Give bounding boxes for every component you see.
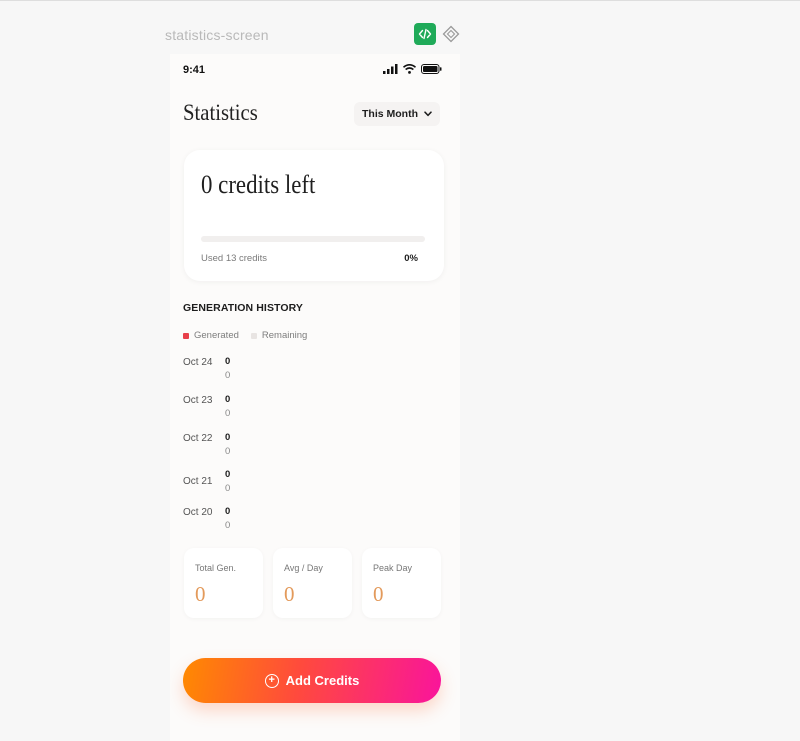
history-row: Oct 24 0 0 — [183, 356, 433, 386]
chevron-down-icon — [424, 111, 432, 117]
history-row-generated: 0 — [225, 432, 231, 443]
legend-remaining-label: Remaining — [261, 330, 308, 341]
credits-progress-bar — [201, 236, 425, 242]
history-row-generated: 0 — [225, 394, 231, 405]
history-legend: Generated Remaining — [183, 330, 307, 341]
component-button[interactable] — [441, 24, 461, 44]
cellular-signal-icon — [383, 64, 398, 74]
legend-remaining-swatch — [250, 332, 257, 339]
code-view-button[interactable] — [414, 23, 436, 45]
history-row-date: Oct 20 — [183, 507, 213, 518]
legend-generated-label: Generated — [194, 330, 239, 341]
history-row-generated: 0 — [225, 356, 231, 367]
canvas-top-rule — [0, 0, 800, 1]
stat-label: Peak Day — [373, 563, 413, 573]
period-dropdown[interactable]: This Month — [354, 102, 440, 126]
used-credits-label: Used 13 credits — [201, 253, 268, 264]
history-row-date: Oct 21 — [183, 476, 213, 487]
stat-label: Avg / Day — [284, 563, 323, 573]
history-row: Oct 21 0 0 — [183, 469, 433, 499]
history-row-remaining: 0 — [225, 370, 231, 381]
history-row: Oct 23 0 0 — [183, 394, 433, 424]
legend-generated: Generated — [183, 330, 239, 341]
legend-remaining: Remaining — [250, 330, 308, 341]
page-title: Statistics — [183, 100, 258, 125]
code-icon — [418, 28, 432, 40]
history-row-generated: 0 — [225, 506, 231, 517]
plus-circle-icon: + — [264, 673, 279, 688]
stat-value: 0 — [284, 582, 295, 606]
history-row-remaining: 0 — [225, 446, 231, 457]
stat-card-total: Total Gen. 0 — [184, 548, 263, 618]
add-credits-label: Add Credits — [285, 673, 360, 688]
history-row-remaining: 0 — [225, 408, 231, 419]
period-dropdown-label: This Month — [362, 108, 418, 120]
stat-value: 0 — [373, 582, 384, 606]
wifi-icon — [403, 64, 416, 74]
history-row-date: Oct 24 — [183, 357, 213, 368]
phone-screen: 9:41 Statistics This Month 0 credits lef… — [170, 54, 460, 741]
credits-percent-label: 0% — [404, 253, 418, 264]
history-row-remaining: 0 — [225, 520, 231, 531]
stat-card-avg-day: Avg / Day 0 — [273, 548, 352, 618]
stat-label: Total Gen. — [195, 563, 237, 573]
status-time: 9:41 — [183, 64, 206, 76]
battery-icon — [421, 64, 442, 74]
history-row: Oct 20 0 0 — [183, 506, 433, 536]
stat-value: 0 — [195, 582, 206, 606]
credits-left-title: 0 credits left — [201, 170, 316, 199]
generation-history-title: GENERATION HISTORY — [183, 302, 304, 314]
status-bar: 9:41 — [170, 54, 460, 86]
stat-card-peak-day: Peak Day 0 — [362, 548, 441, 618]
history-row-remaining: 0 — [225, 483, 231, 494]
legend-generated-swatch — [183, 332, 189, 339]
history-row-date: Oct 23 — [183, 395, 213, 406]
component-diamond-icon — [442, 25, 460, 43]
history-row-date: Oct 22 — [183, 433, 213, 444]
history-row-generated: 0 — [225, 469, 231, 480]
credits-card: 0 credits left Used 13 credits 0% — [184, 150, 444, 281]
status-icons — [383, 64, 442, 74]
add-credits-button[interactable]: + Add Credits — [183, 658, 441, 703]
history-row: Oct 22 0 0 — [183, 432, 433, 462]
frame-title[interactable]: statistics-screen — [165, 27, 269, 43]
